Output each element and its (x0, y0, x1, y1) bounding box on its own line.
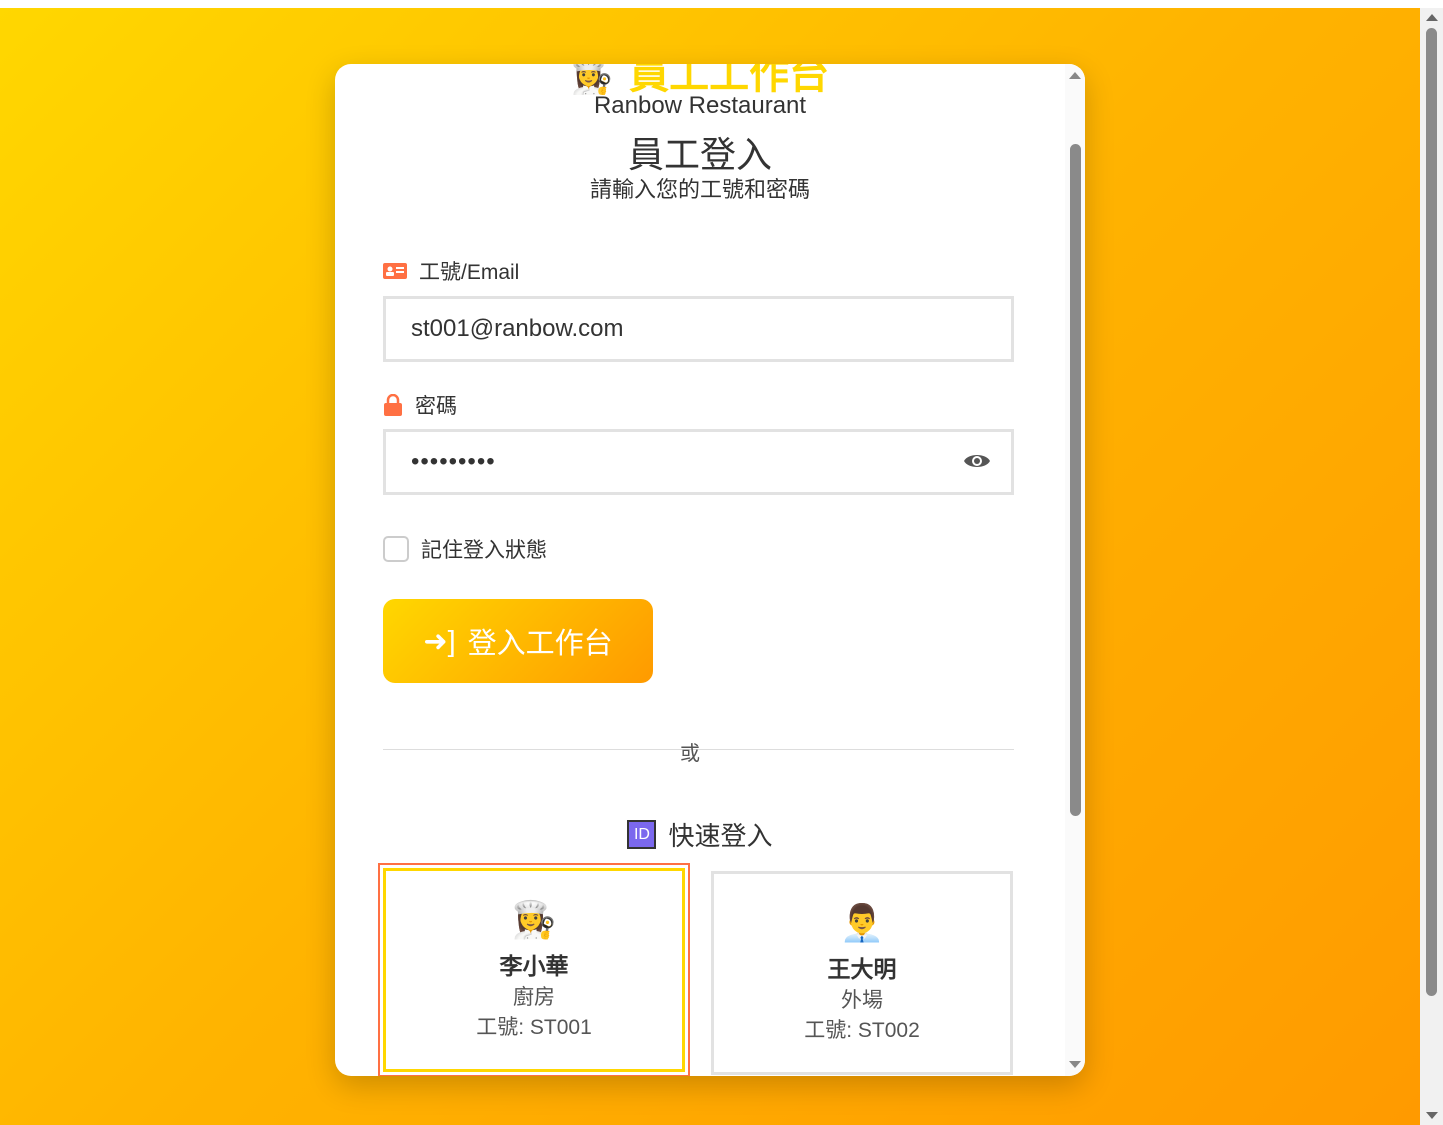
id-email-input[interactable]: st001@ranbow.com (383, 296, 1014, 362)
employee-name: 王大明 (827, 956, 897, 982)
employee-dept: 廚房 (513, 986, 555, 1009)
chef-avatar-icon: 👩‍🍳 (511, 899, 557, 940)
login-button-label: 登入工作台 (467, 628, 613, 660)
password-input[interactable]: ••••••••• (383, 429, 1014, 495)
id-label-text: 工號/Email (419, 261, 520, 284)
restaurant-name: Ranbow Restaurant (593, 92, 807, 119)
page-title: 員工登入 (627, 134, 772, 175)
employee-card[interactable]: 👨‍💼 王大明 外場 工號: ST002 (711, 871, 1013, 1075)
quick-login-label: 快速登入 (668, 821, 773, 851)
sign-in-icon: ➜] (423, 625, 456, 658)
eye-icon[interactable] (963, 451, 991, 477)
page-subtitle: 請輸入您的工號和密碼 (589, 177, 810, 202)
scroll-up-icon[interactable] (1426, 14, 1438, 21)
id-card-icon (383, 263, 407, 279)
id-icon: ID (627, 820, 657, 849)
office-worker-avatar-icon: 👨‍💼 (839, 902, 885, 943)
employee-id: 工號: ST002 (804, 1019, 920, 1042)
password-label: 密碼 (383, 390, 457, 420)
login-button[interactable]: ➜] 登入工作台 (383, 599, 653, 683)
password-value: ••••••••• (411, 448, 496, 475)
scroll-up-icon[interactable] (1069, 72, 1081, 79)
employee-name: 李小華 (499, 953, 569, 979)
login-card: 👩‍🍳 員工工作台 Ranbow Restaurant 員工登入 請輸入您的工號和… (335, 64, 1085, 1076)
remember-checkbox[interactable] (383, 536, 409, 562)
password-label-text: 密碼 (415, 395, 457, 418)
remember-me[interactable]: 記住登入狀態 (383, 534, 547, 564)
or-text: 或 (680, 743, 700, 765)
scroll-down-icon[interactable] (1069, 1061, 1081, 1068)
employee-card[interactable]: 👩‍🍳 李小華 廚房 工號: ST001 (378, 863, 690, 1076)
card-scrollbar[interactable] (1065, 64, 1085, 1076)
id-email-value: st001@ranbow.com (411, 315, 624, 342)
lock-icon (384, 394, 402, 416)
id-label: 工號/Email (383, 256, 519, 286)
scroll-down-icon[interactable] (1426, 1112, 1438, 1119)
scrollbar-thumb[interactable] (1426, 28, 1437, 996)
page-scrollbar[interactable] (1420, 8, 1443, 1125)
quick-login-title: ID 快速登入 (335, 816, 1065, 853)
employee-id: 工號: ST001 (476, 1016, 592, 1039)
employee-dept: 外場 (841, 989, 883, 1012)
remember-label: 記住登入狀態 (421, 539, 547, 562)
scrollbar-thumb[interactable] (1070, 144, 1081, 816)
